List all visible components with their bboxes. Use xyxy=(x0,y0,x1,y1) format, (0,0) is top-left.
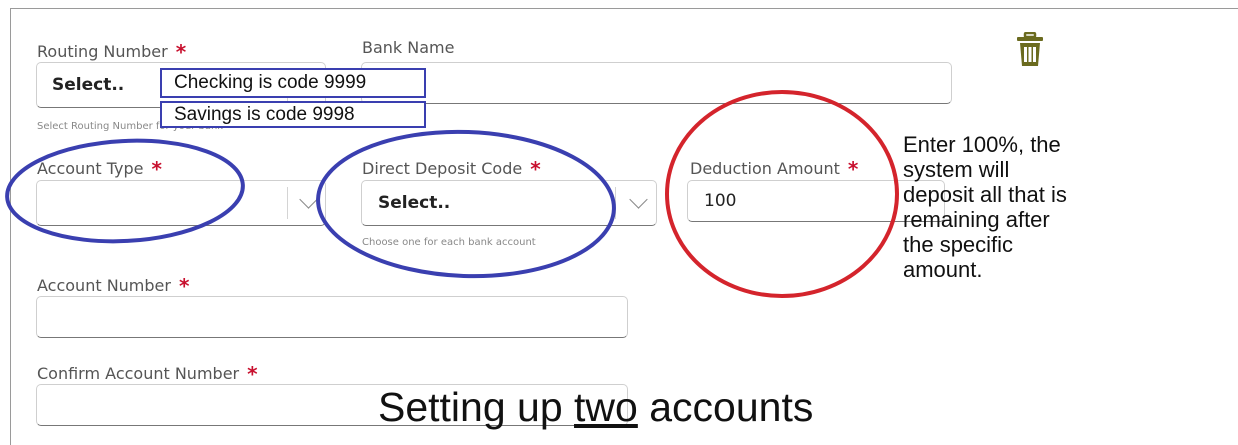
annotation-circle-account-type xyxy=(5,138,245,244)
note-line: system will xyxy=(903,157,1010,182)
footer-text-start: Setting up xyxy=(378,384,575,430)
note-line: deposit all that is xyxy=(903,182,1067,207)
annotation-footer: Setting up two accounts xyxy=(378,383,813,431)
annotation-circle-direct-deposit xyxy=(316,129,616,279)
annotation-circle-deduction xyxy=(665,90,899,298)
note-line: amount. xyxy=(903,257,983,282)
note-line: the specific xyxy=(903,232,1014,257)
footer-text-end: accounts xyxy=(637,384,814,430)
annotation-note: Enter 100%, the system will deposit all … xyxy=(903,132,1067,282)
note-line: remaining after xyxy=(903,207,1050,232)
footer-text-underlined: two xyxy=(574,384,638,430)
note-line: Enter 100%, the xyxy=(903,132,1061,157)
